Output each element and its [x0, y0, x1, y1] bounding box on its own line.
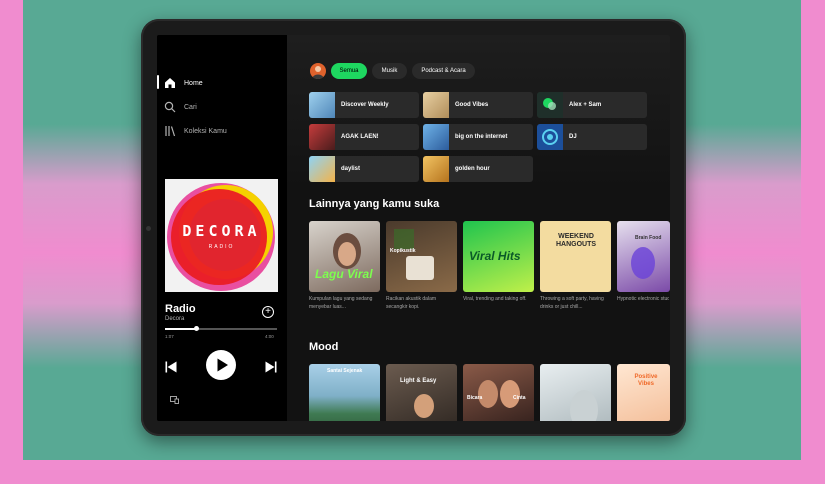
- quick-pick-item[interactable]: big on the internet: [423, 124, 533, 150]
- add-to-library-button[interactable]: +: [262, 306, 274, 318]
- album-art: DECORA RADIO: [165, 179, 278, 292]
- device-icon: [170, 396, 179, 404]
- playlist-cover: [309, 92, 335, 118]
- card-art-label: Positive Vibes: [634, 374, 658, 387]
- head-image: [631, 247, 655, 279]
- playlist-cover: [309, 156, 335, 182]
- play-icon: [217, 358, 228, 372]
- quick-pick-label: AGAK LAEN!: [341, 134, 379, 140]
- quick-pick-item[interactable]: daylist: [309, 156, 419, 182]
- sidebar-item-label: Koleksi Kamu: [184, 127, 227, 135]
- coffee-image: [394, 229, 434, 280]
- main-content: Semua Musik Podcast & Acara Discover Wee…: [287, 35, 670, 421]
- skip-back-icon: [165, 361, 177, 373]
- person-image: [414, 394, 434, 418]
- card-art-label: Santai Sejenak: [327, 368, 363, 374]
- camera: [146, 226, 151, 231]
- dj-icon: [542, 129, 558, 145]
- active-indicator: [157, 75, 159, 89]
- progress-handle[interactable]: [194, 326, 200, 331]
- card-art-label: Brain Food: [635, 235, 662, 241]
- section-title-recommended: Lainnya yang kamu suka: [309, 198, 440, 210]
- sidebar-item-label: Cari: [184, 103, 197, 111]
- filter-all[interactable]: Semua: [331, 63, 367, 79]
- playlist-card[interactable]: Brain Food: [617, 221, 670, 292]
- quick-pick-label: Discover Weekly: [341, 102, 389, 108]
- avatar[interactable]: [310, 63, 326, 79]
- playlist-cover: [537, 124, 563, 150]
- sidebar-item-search[interactable]: Cari: [164, 99, 197, 115]
- couple-image: [478, 380, 520, 408]
- sidebar: Home Cari Koleksi Kamu DECORA RADIO Radi…: [157, 35, 287, 421]
- album-subtitle-text: RADIO: [208, 244, 235, 250]
- card-description: Kumpulan lagu yang sedang menyebar luas.…: [309, 296, 373, 310]
- quick-pick-label: DJ: [569, 134, 577, 140]
- filter-podcasts[interactable]: Podcast & Acara: [412, 63, 475, 79]
- mist-image: [570, 390, 598, 421]
- quick-pick-item[interactable]: Alex + Sam: [537, 92, 647, 118]
- search-icon: [164, 101, 176, 113]
- card-art-label: Cinta: [513, 395, 526, 401]
- playlist-card[interactable]: Lagu Viral: [309, 221, 380, 292]
- playlist-cover: [537, 92, 563, 118]
- card-art-label: Kopikustik: [390, 248, 416, 254]
- card-art-label: Lagu Viral: [315, 267, 373, 281]
- card-description: Racikan akustik dalam secangkir kopi.: [386, 296, 437, 310]
- playlist-cover: [423, 156, 449, 182]
- portrait-image: [333, 233, 361, 269]
- playlist-card[interactable]: WEEKEND HANGOUTS: [540, 221, 611, 292]
- total-time: 4:00: [265, 334, 274, 339]
- quick-pick-item[interactable]: Discover Weekly: [309, 92, 419, 118]
- card-art-label: Viral Hits: [469, 249, 521, 263]
- card-art-label: Bicara: [467, 395, 483, 401]
- elapsed-time: 1:07: [165, 334, 174, 339]
- sidebar-item-library[interactable]: Koleksi Kamu: [164, 123, 227, 139]
- playlist-card[interactable]: Light & Easy: [386, 364, 457, 421]
- playlist-card[interactable]: Viral Hits: [463, 221, 534, 292]
- playlist-card[interactable]: Santai Sejenak: [309, 364, 380, 421]
- quick-pick-item[interactable]: golden hour: [423, 156, 533, 182]
- playlist-card[interactable]: Kopikustik: [386, 221, 457, 292]
- playlist-card[interactable]: Positive Vibes: [617, 364, 670, 421]
- filter-music[interactable]: Musik: [372, 63, 407, 79]
- playlist-cover: [423, 92, 449, 118]
- quick-pick-item[interactable]: AGAK LAEN!: [309, 124, 419, 150]
- section-title-mood: Mood: [309, 341, 339, 353]
- playlist-card[interactable]: [540, 364, 611, 421]
- card-art-label: WEEKEND HANGOUTS: [555, 233, 597, 248]
- quick-pick-label: golden hour: [455, 166, 490, 172]
- blend-icon: [543, 98, 556, 110]
- progress-bar[interactable]: [165, 326, 277, 331]
- card-art-label: Light & Easy: [400, 378, 437, 384]
- progress-fill: [165, 328, 197, 330]
- quick-pick-item[interactable]: DJ: [537, 124, 647, 150]
- play-button[interactable]: [206, 350, 236, 380]
- quick-pick-label: Good Vibes: [455, 102, 489, 108]
- card-description: Hypnotic electronic studios and a relax.…: [617, 296, 669, 302]
- playlist-cover: [423, 124, 449, 150]
- track-title[interactable]: Radio: [165, 303, 196, 315]
- library-icon: [164, 125, 176, 137]
- home-icon: [164, 77, 176, 89]
- playlist-card[interactable]: Bicara Cinta: [463, 364, 534, 421]
- quick-pick-label: Alex + Sam: [569, 102, 602, 108]
- user-avatar-icon: [312, 66, 324, 79]
- skip-forward-icon: [265, 361, 277, 373]
- quick-pick-label: big on the internet: [455, 134, 508, 140]
- sidebar-item-home[interactable]: Home: [164, 75, 203, 91]
- card-description: Viral, trending and taking off.: [463, 296, 527, 302]
- quick-pick-item[interactable]: Good Vibes: [423, 92, 533, 118]
- playlist-cover: [309, 124, 335, 150]
- card-description: Throwing a soft party, having drinks or …: [540, 296, 604, 310]
- quick-pick-label: daylist: [341, 166, 361, 172]
- connect-device-button[interactable]: [170, 391, 179, 404]
- app-screen: Home Cari Koleksi Kamu DECORA RADIO Radi…: [157, 35, 670, 421]
- album-title-text: DECORA: [182, 222, 261, 240]
- track-artist[interactable]: Decora: [165, 316, 184, 322]
- previous-button[interactable]: [165, 360, 177, 373]
- sidebar-item-label: Home: [184, 79, 203, 87]
- next-button[interactable]: [265, 360, 277, 373]
